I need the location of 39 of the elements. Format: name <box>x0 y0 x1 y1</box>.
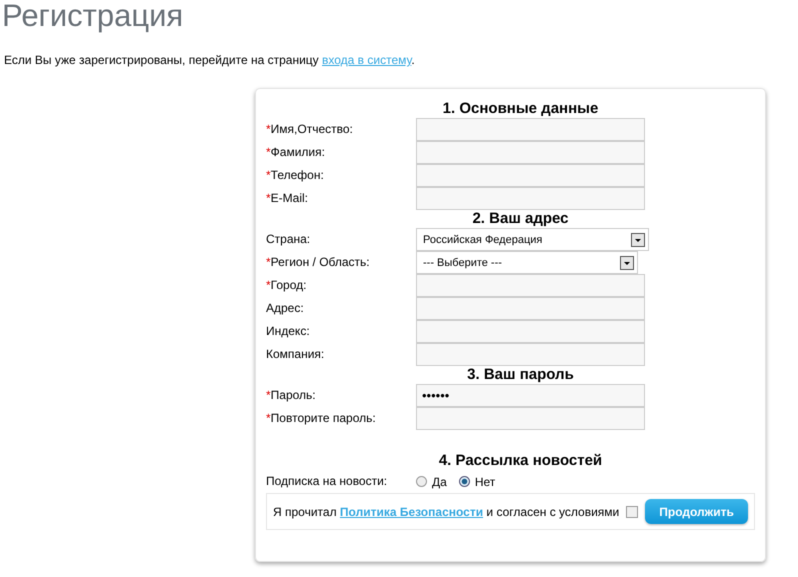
field-label: *Имя,Отчество: <box>266 121 354 138</box>
intro-text: Если Вы уже зарегистрированы, перейдите на страницу входа в систему. <box>4 52 416 68</box>
agreement-text: Я прочитал Политика Безопасности и согласен с условиями <box>273 504 620 518</box>
field-label: *Пароль: <box>266 387 317 404</box>
radio-button[interactable] <box>416 476 427 487</box>
input-field[interactable] <box>416 164 645 187</box>
radio-label: Нет <box>474 474 496 488</box>
password-field[interactable]: •••••• <box>416 384 645 407</box>
input-field[interactable] <box>416 187 645 210</box>
section-heading: 4. Рассылка новостей <box>438 452 604 470</box>
field-label: Адрес: <box>266 300 305 317</box>
field-label: *E-Mail: <box>266 190 310 207</box>
section-heading: 3. Ваш пароль <box>466 366 575 384</box>
dropdown[interactable]: --- Выберите --- <box>416 251 638 274</box>
input-field[interactable] <box>416 141 645 164</box>
dropdown[interactable]: Российская Федерация <box>416 228 649 251</box>
page-title: Регистрация <box>1 0 184 32</box>
caret-icon <box>631 232 645 246</box>
input-field[interactable] <box>416 274 645 297</box>
field-label: Страна: <box>266 231 312 248</box>
section-heading: 1. Основные данные <box>442 100 600 118</box>
field-label: Индекс: <box>266 323 311 340</box>
radio-label: Да <box>432 474 447 488</box>
field-label: *Фамилия: <box>266 144 326 161</box>
input-field[interactable] <box>416 118 645 141</box>
field-label: Подписка на новости: <box>266 473 388 490</box>
input-field[interactable] <box>416 320 645 343</box>
input-field[interactable] <box>416 343 645 366</box>
field-label: *Регион / Область: <box>266 254 371 271</box>
caret-icon <box>620 256 634 270</box>
field-label: *Город: <box>266 277 308 294</box>
radio-button[interactable] <box>458 476 470 487</box>
field-label: Компания: <box>266 346 326 363</box>
field-label: *Телефон: <box>266 167 325 184</box>
agreement-checkbox[interactable] <box>626 506 638 518</box>
field-label: *Повторите пароль: <box>266 410 377 427</box>
password-field[interactable] <box>416 407 645 430</box>
section-heading: 2. Ваш адрес <box>471 210 570 228</box>
input-field[interactable] <box>416 297 645 320</box>
